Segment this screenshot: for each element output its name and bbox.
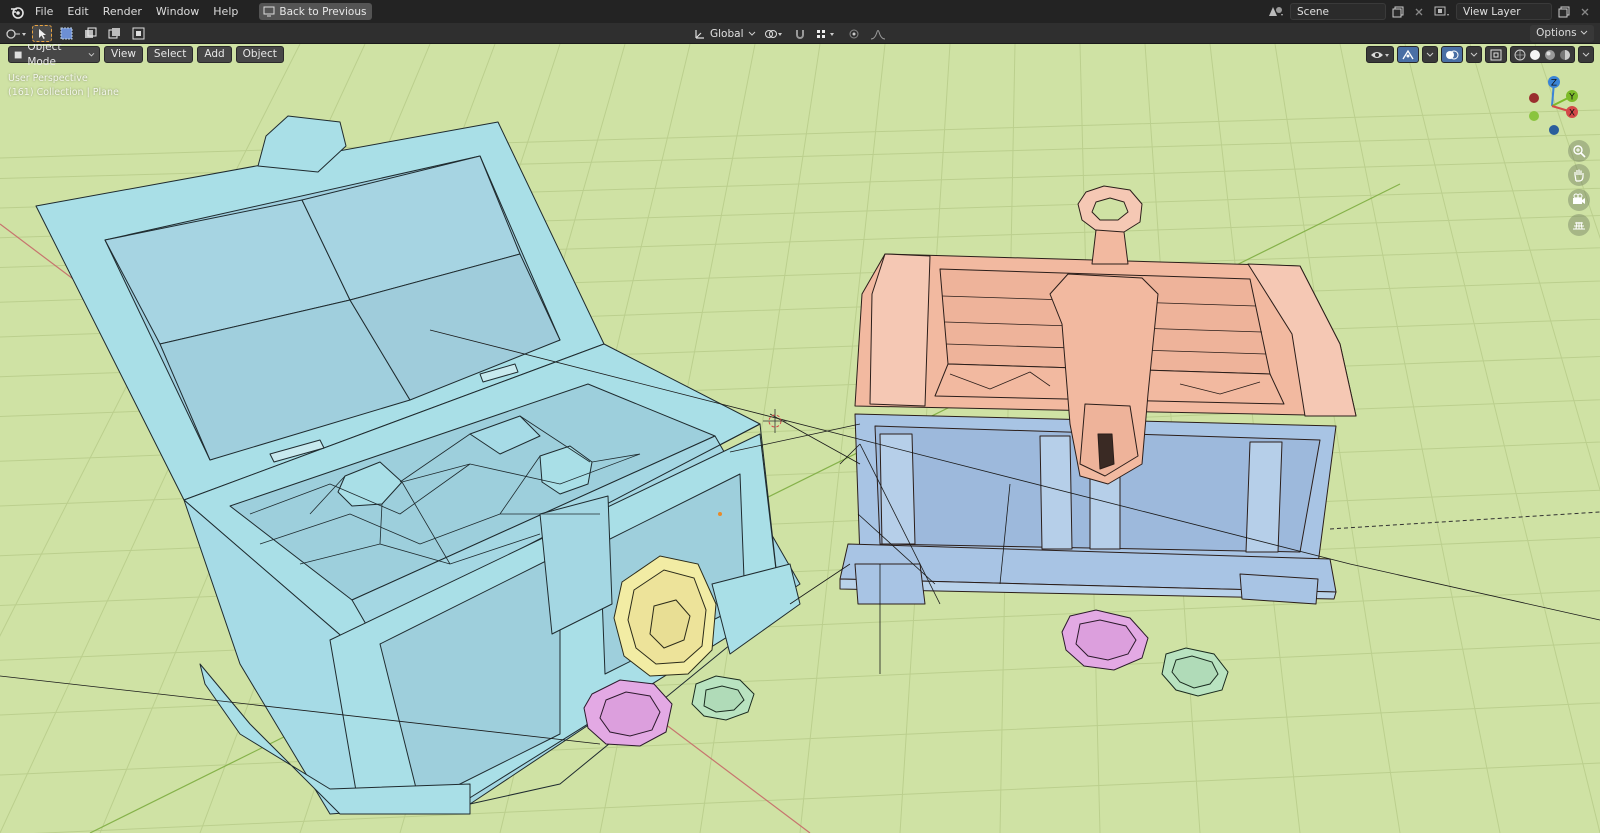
- zoom-icon[interactable]: [1568, 140, 1590, 162]
- select-invert-icon[interactable]: [128, 25, 148, 42]
- navigation-gizmo[interactable]: Z Y X: [1520, 74, 1584, 138]
- view-layer-field[interactable]: [1456, 3, 1552, 20]
- origin-point: [718, 512, 722, 516]
- menu-help[interactable]: Help: [206, 0, 245, 23]
- chevron-down-icon: [748, 31, 755, 36]
- view-layer-icon[interactable]: [1431, 3, 1453, 20]
- snap-icon[interactable]: [790, 25, 810, 42]
- select-subtract-icon[interactable]: [104, 25, 124, 42]
- select-extend-icon[interactable]: [80, 25, 100, 42]
- back-to-previous-label: Back to Previous: [279, 5, 367, 18]
- scene-render: [0, 44, 1600, 833]
- menu-view[interactable]: View: [104, 46, 143, 63]
- mode-label: Object Mode: [27, 44, 62, 68]
- menu-object[interactable]: Object: [235, 46, 284, 63]
- overlay-dropdown-icon[interactable]: [1466, 46, 1482, 63]
- snap-target-icon[interactable]: [814, 25, 840, 42]
- xray-icon[interactable]: [1485, 46, 1507, 63]
- menu-file[interactable]: File: [28, 0, 60, 23]
- proportional-icon[interactable]: [844, 25, 864, 42]
- orientation-label: Global: [710, 27, 744, 40]
- coin-green-1: [691, 675, 755, 721]
- blender-window: File Edit Render Window Help Back to Pre…: [0, 0, 1600, 833]
- orientation-icon: [695, 29, 704, 39]
- back-to-previous-button[interactable]: Back to Previous: [259, 3, 373, 20]
- shading-modes: [1510, 46, 1575, 63]
- blender-icon[interactable]: [6, 0, 28, 23]
- coin-pink-2: [1061, 609, 1149, 671]
- gizmo-icon[interactable]: [1397, 46, 1419, 63]
- 3d-viewport[interactable]: Object Mode View Select Add Object User …: [0, 44, 1600, 833]
- tool-header: Global Options: [0, 23, 1600, 44]
- grid-icon[interactable]: [1568, 214, 1590, 236]
- falloff-icon[interactable]: [868, 25, 888, 42]
- pan-icon[interactable]: [1568, 164, 1590, 186]
- transform-controls: Global: [694, 25, 888, 42]
- viewport-info: User Perspective (161) Collection | Plan…: [8, 72, 119, 100]
- viewport-shading-controls: [1366, 46, 1594, 63]
- gizmo-neg-z[interactable]: [1549, 125, 1559, 135]
- 3d-cursor: [763, 409, 787, 433]
- options-label: Options: [1536, 27, 1577, 39]
- transform-pivot-icon[interactable]: [762, 25, 786, 42]
- menu-window[interactable]: Window: [149, 0, 206, 23]
- shading-render-icon[interactable]: [1559, 49, 1571, 61]
- shading-solid-icon[interactable]: [1529, 49, 1541, 61]
- remove-view-layer-icon[interactable]: [1576, 3, 1594, 20]
- select-box-icon[interactable]: [56, 25, 76, 42]
- scene-controls: [1265, 3, 1594, 20]
- shading-wire-icon[interactable]: [1514, 49, 1526, 61]
- gizmo-dropdown-icon[interactable]: [1422, 46, 1438, 63]
- view-perspective-label: User Perspective: [8, 73, 88, 84]
- select-tool-icon[interactable]: [32, 25, 52, 42]
- visibility-icon[interactable]: [1366, 46, 1394, 63]
- camera-icon[interactable]: [1568, 189, 1590, 211]
- viewport-header: Object Mode View Select Add Object: [8, 44, 284, 68]
- options-dropdown[interactable]: Options: [1530, 25, 1594, 42]
- gizmo-z-label: Z: [1551, 79, 1557, 89]
- shading-dropdown-icon[interactable]: [1578, 46, 1594, 63]
- chevron-down-icon: [1580, 30, 1588, 35]
- transform-orientation-dropdown[interactable]: Global: [694, 25, 758, 42]
- top-menu-bar: File Edit Render Window Help Back to Pre…: [0, 0, 1600, 23]
- gizmo-x-label: X: [1569, 109, 1575, 119]
- menu-add[interactable]: Add: [197, 46, 232, 63]
- menu-render[interactable]: Render: [96, 0, 149, 23]
- open-treasure-chest: [35, 115, 801, 815]
- shading-material-icon[interactable]: [1544, 49, 1556, 61]
- chevron-down-icon: [88, 52, 95, 56]
- object-mode-icon: [14, 51, 22, 58]
- new-view-layer-icon[interactable]: [1555, 3, 1573, 20]
- remove-scene-icon[interactable]: [1410, 3, 1428, 20]
- menu-select[interactable]: Select: [146, 46, 194, 63]
- screen-icon: [263, 6, 275, 17]
- coin-green-2: [1161, 647, 1229, 697]
- overlay-icon[interactable]: [1441, 46, 1463, 63]
- scene-name-field[interactable]: [1290, 3, 1386, 20]
- menu-edit[interactable]: Edit: [60, 0, 95, 23]
- active-object-label: (161) Collection | Plane: [8, 87, 119, 98]
- gizmo-neg-x[interactable]: [1529, 93, 1539, 103]
- editor-type-icon[interactable]: [6, 25, 28, 42]
- gizmo-y-label: Y: [1568, 93, 1575, 103]
- new-scene-icon[interactable]: [1389, 3, 1407, 20]
- mode-dropdown[interactable]: Object Mode: [8, 44, 100, 68]
- gizmo-neg-y[interactable]: [1529, 111, 1539, 121]
- camera-line: [1329, 511, 1600, 530]
- scene-selector-icon[interactable]: [1265, 3, 1287, 20]
